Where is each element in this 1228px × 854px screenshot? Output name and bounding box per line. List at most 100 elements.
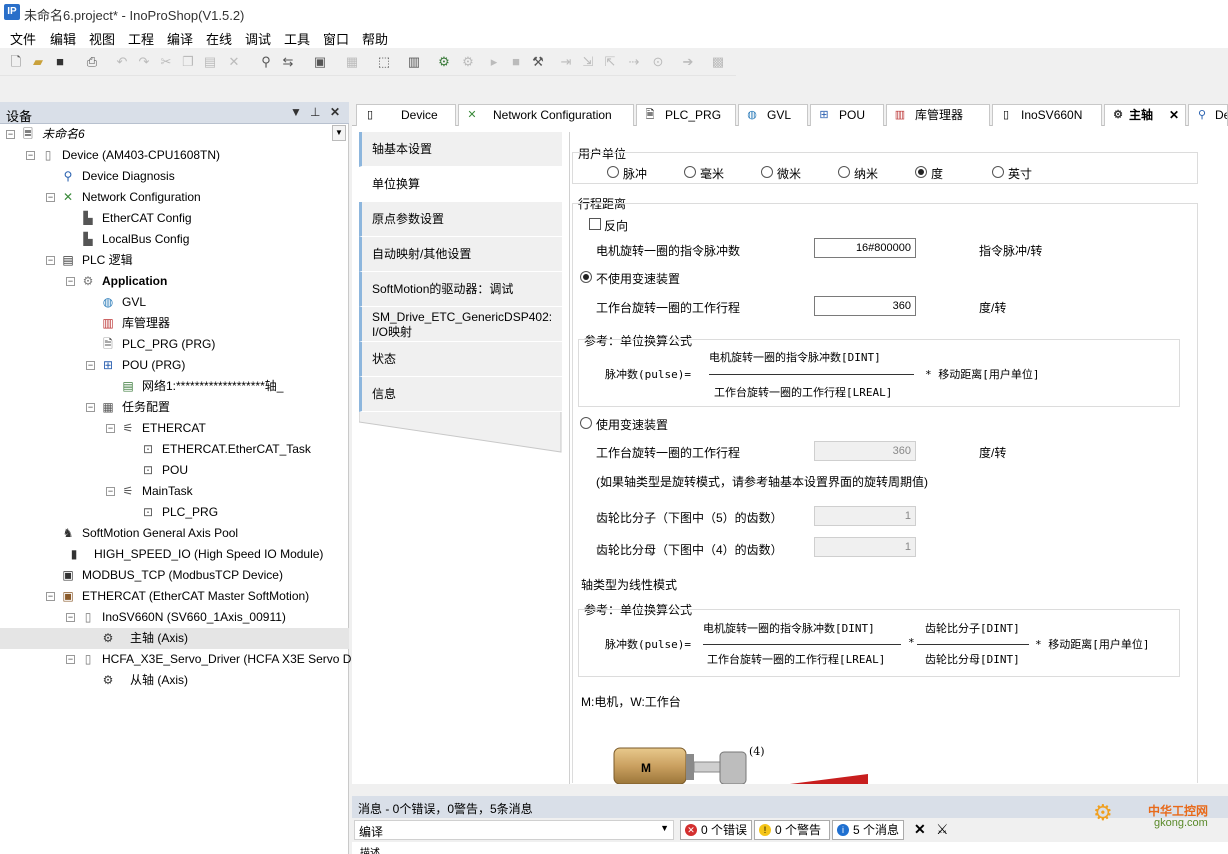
gear-travel-input[interactable]: 360 — [814, 441, 916, 461]
undo-icon[interactable]: ↶ — [114, 54, 130, 70]
drive-icon: ▯ — [84, 652, 92, 666]
find-icon[interactable]: ⚲ — [258, 54, 274, 70]
new-file-icon[interactable]: 🗋 — [8, 54, 24, 70]
tab-library-manager[interactable]: ▥ 库管理器 — [886, 104, 990, 126]
grid-icon[interactable]: ▦ — [344, 54, 360, 70]
unit-radio-mm[interactable] — [684, 166, 696, 178]
gear-numerator-input[interactable]: 1 — [814, 506, 916, 526]
menu-online[interactable]: 在线 — [206, 29, 232, 48]
nav-softmotion-debug[interactable]: SoftMotion的驱动器：调试 — [359, 272, 562, 307]
menu-view[interactable]: 视图 — [89, 29, 115, 48]
unit-radio-um[interactable] — [761, 166, 773, 178]
tab-gvl[interactable]: ◍ GVL — [738, 104, 808, 126]
message-category-select[interactable]: 编译 ▼ — [354, 820, 674, 840]
errors-filter[interactable]: ✕ 0 个错误 — [680, 820, 752, 840]
menu-window[interactable]: 窗口 — [323, 29, 349, 48]
tab-network-configuration[interactable]: ✕ Network Configuration — [458, 104, 634, 126]
monitor-icon[interactable]: ▩ — [710, 54, 726, 70]
warnings-filter[interactable]: ! 0 个警告 — [754, 820, 830, 840]
panel-close-icon[interactable]: ✕ — [330, 105, 340, 119]
device-icon: ▯ — [366, 109, 374, 121]
device-icon: ▯ — [44, 148, 52, 162]
next-icon[interactable]: ➔ — [680, 54, 696, 70]
unit-label-mm: 毫米 — [700, 167, 725, 181]
no-gear-radio[interactable] — [580, 271, 592, 283]
paste-icon[interactable]: ▤ — [202, 54, 218, 70]
step-out-icon[interactable]: ⇱ — [602, 54, 618, 70]
formula-rhs: * 移动距离[用户单位] — [925, 368, 1040, 381]
menu-tools[interactable]: 工具 — [284, 29, 310, 48]
gear-numerator-label: 齿轮比分子（下图中（5）的齿数） — [596, 511, 783, 525]
nav-homing[interactable]: 原点参数设置 — [359, 202, 562, 237]
menu-file[interactable]: 文件 — [10, 29, 36, 48]
step-into-icon[interactable]: ⇲ — [580, 54, 596, 70]
axis-pool-icon: ♞ — [62, 526, 74, 540]
unit-radio-degree[interactable] — [915, 166, 927, 178]
menu-debug[interactable]: 调试 — [245, 29, 271, 48]
breakpoint-icon[interactable]: ⊙ — [650, 54, 666, 70]
unit-radio-nm[interactable] — [838, 166, 850, 178]
run-to-cursor-icon[interactable]: ⇢ — [626, 54, 642, 70]
build-icon[interactable]: ▥ — [406, 54, 422, 70]
reverse-checkbox[interactable] — [589, 218, 601, 230]
unit-radio-inch[interactable] — [992, 166, 1004, 178]
stop-icon[interactable]: ■ — [508, 54, 524, 70]
watermark-gear-icon: ⚙ — [1093, 800, 1113, 825]
nav-auto-mapping[interactable]: 自动映射/其他设置 — [359, 237, 562, 272]
no-gear-label: 不使用变速装置 — [596, 272, 681, 286]
pin-icon[interactable]: ⊥ — [310, 105, 320, 119]
pou-icon: ⊞ — [819, 109, 829, 121]
tab-pou[interactable]: ⊞ POU — [810, 104, 884, 126]
menu-edit[interactable]: 编辑 — [50, 29, 76, 48]
tab-main-axis[interactable]: ⚙ 主轴 ✕ — [1104, 104, 1186, 126]
nav-io-mapping[interactable]: SM_Drive_ETC_GenericDSP402: I/O映射 — [359, 307, 562, 342]
network-icon: ✕ — [467, 109, 477, 121]
motor-pulses-input[interactable]: 16#800000 — [814, 238, 916, 258]
logout-icon[interactable]: ⚙ — [460, 54, 476, 70]
panel-dropdown-icon[interactable]: ▼ — [290, 105, 302, 119]
menu-help[interactable]: 帮助 — [362, 29, 388, 48]
clear-messages-icon[interactable]: ✕ — [914, 821, 926, 838]
use-gear-radio[interactable] — [580, 417, 592, 429]
cut-icon[interactable]: ✂ — [158, 54, 174, 70]
tab-device[interactable]: ▯ Device — [356, 104, 456, 126]
tab-plc-prg[interactable]: 🗎 PLC_PRG — [636, 104, 736, 126]
save-icon[interactable]: ■ — [52, 54, 68, 70]
nav-info[interactable]: 信息 — [359, 377, 562, 412]
login-icon[interactable]: ⚙ — [436, 54, 452, 70]
export-icon[interactable]: ⬚ — [376, 54, 392, 70]
formula2-gear-numerator: 齿轮比分子[DINT] — [925, 622, 1020, 635]
print-icon[interactable]: ⎙ — [84, 54, 100, 70]
tree-scroll-dropdown-icon[interactable]: ▼ — [332, 125, 346, 141]
run-icon[interactable]: ▸ — [486, 54, 502, 70]
nav-status[interactable]: 状态 — [359, 342, 562, 377]
filter-clear-icon[interactable]: ⚔ — [936, 821, 949, 838]
gear-travel-label: 工作台旋转一圈的工作行程 — [596, 446, 741, 460]
delete-icon[interactable]: ✕ — [226, 54, 242, 70]
tree-item-main-axis[interactable]: ⚙ 主轴 (Axis) — [0, 628, 349, 649]
copy-icon[interactable]: ❐ — [180, 54, 196, 70]
open-folder-icon[interactable]: ▰ — [30, 54, 46, 70]
motor-pulses-label: 电机旋转一圈的指令脉冲数 — [596, 244, 741, 258]
call-icon: ⊡ — [142, 442, 154, 456]
gear-denominator-input[interactable]: 1 — [814, 537, 916, 557]
formula2-denominator: 工作台旋转一圈的工作行程[LREAL] — [707, 653, 886, 666]
tab-device-diagnosis[interactable]: ⚲De — [1188, 104, 1228, 126]
diagnosis-icon: ⚲ — [63, 169, 73, 183]
replace-icon[interactable]: ⇆ — [280, 54, 296, 70]
nav-unit-conversion[interactable]: 单位换算 — [359, 167, 562, 202]
nav-axis-basic[interactable]: 轴基本设置 — [359, 132, 562, 167]
redo-icon[interactable]: ↷ — [136, 54, 152, 70]
ethercat-master-icon: ▣ — [62, 589, 74, 603]
reset-icon[interactable]: ⚒ — [530, 54, 546, 70]
step-over-icon[interactable]: ⇥ — [558, 54, 574, 70]
infos-filter[interactable]: i5 个消息 — [832, 820, 904, 840]
menu-build[interactable]: 编译 — [167, 29, 193, 48]
tab-inosv660n[interactable]: ▯ InoSV660N — [992, 104, 1102, 126]
tab-close-icon[interactable]: ✕ — [1169, 105, 1179, 125]
menu-project[interactable]: 工程 — [128, 29, 154, 48]
table-travel-input[interactable]: 360 — [814, 296, 916, 316]
unit-radio-pulse[interactable] — [607, 166, 619, 178]
window-icon[interactable]: ▣ — [312, 54, 328, 70]
gear-denominator-label: 齿轮比分母（下图中（4）的齿数） — [596, 543, 783, 557]
